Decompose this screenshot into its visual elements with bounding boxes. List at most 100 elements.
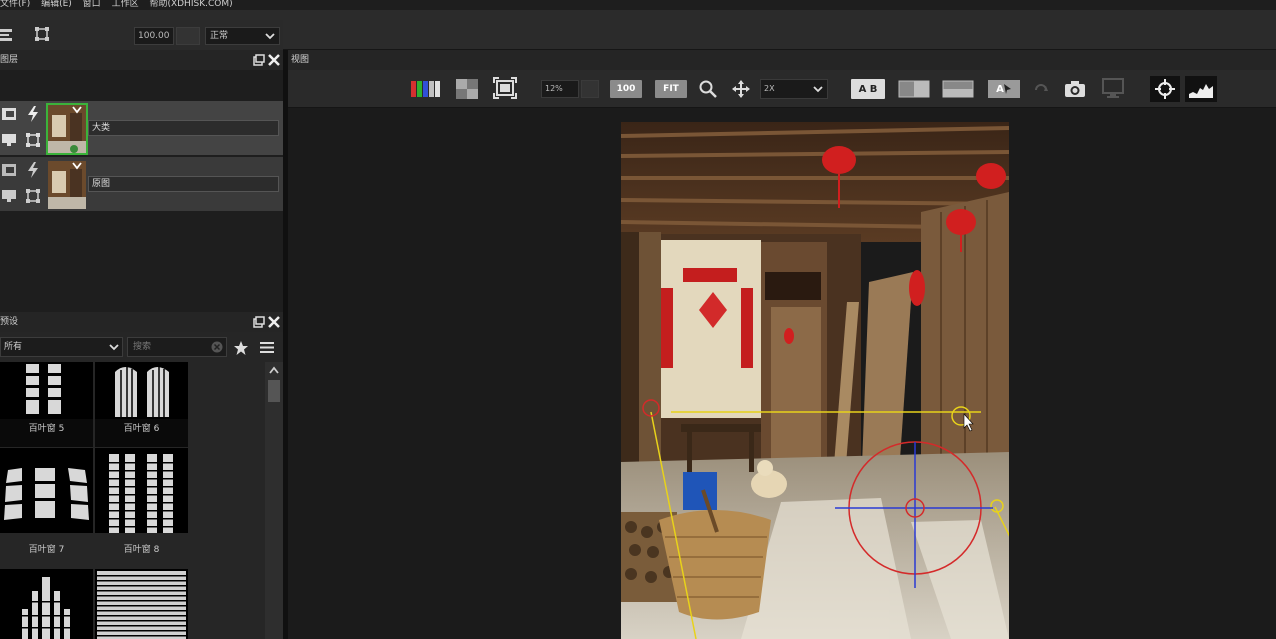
rgb-channels-icon	[411, 81, 440, 97]
zoom-tool-button[interactable]	[698, 79, 718, 99]
opacity-input[interactable]: 100.00	[134, 27, 174, 45]
presets-scrollbar[interactable]	[265, 362, 283, 639]
histogram-icon	[1189, 84, 1213, 98]
cursor-icon	[1003, 84, 1011, 94]
layer-visibility-button[interactable]	[0, 187, 18, 205]
photo-preview[interactable]	[621, 122, 1009, 639]
chevron-down-icon[interactable]	[72, 106, 82, 114]
checker-button[interactable]	[455, 79, 479, 99]
snapshot-button[interactable]	[1063, 79, 1087, 99]
menu-help[interactable]: 帮助(XDHISK.COM)	[149, 0, 232, 9]
display-button[interactable]	[1100, 78, 1126, 98]
layer-mask-button[interactable]	[0, 161, 18, 179]
layer-frame-button[interactable]	[24, 131, 42, 149]
layer-mask-button[interactable]	[0, 105, 18, 123]
menubar: 文件(F) 编辑(E) 窗口 工作区 帮助(XDHISK.COM)	[0, 0, 1276, 10]
monitor-icon	[1102, 78, 1124, 98]
fit-frame-button[interactable]	[492, 77, 518, 99]
clear-icon[interactable]	[211, 341, 223, 353]
view-panel-header: 视图	[288, 50, 1276, 70]
zoom-stepper[interactable]	[581, 80, 599, 98]
channels-button[interactable]	[411, 79, 441, 99]
preset-search-placeholder: 搜索	[133, 342, 152, 352]
preset-thumbnail[interactable]	[95, 448, 188, 533]
crosshair-icon	[1155, 79, 1175, 99]
layer-row[interactable]: 原图	[0, 157, 283, 211]
layer-effect-button[interactable]	[24, 161, 42, 179]
star-icon[interactable]	[233, 340, 249, 356]
swap-icon	[1035, 84, 1048, 91]
preset-thumbnail[interactable]	[95, 362, 188, 447]
lightning-icon	[28, 106, 38, 122]
close-icon[interactable]	[268, 54, 280, 66]
zoom-level-select[interactable]: 2X	[760, 79, 828, 99]
split-vertical-icon	[898, 80, 930, 98]
frame-icon	[493, 77, 517, 99]
scroll-up-icon[interactable]	[269, 366, 279, 374]
preset-label: 百叶窗 8	[123, 545, 160, 555]
lightning-icon	[28, 162, 38, 178]
before-after-button[interactable]: A	[988, 80, 1020, 98]
preset-label: 百叶窗 7	[28, 545, 65, 555]
ab-compare-button[interactable]: A B	[851, 79, 885, 99]
swap-button[interactable]	[1032, 80, 1050, 100]
move-icon	[732, 80, 750, 98]
zoom-100-button[interactable]: 100	[610, 80, 642, 98]
preset-thumbnail[interactable]	[0, 362, 93, 447]
opacity-stepper[interactable]	[176, 27, 200, 45]
chevron-down-icon	[265, 33, 275, 40]
ab-label: A B	[858, 83, 878, 95]
monitor-icon	[2, 190, 16, 202]
scrollbar-thumb[interactable]	[268, 380, 280, 402]
chevron-down-icon	[813, 86, 823, 93]
photo-image	[621, 122, 1009, 639]
split-horizontal-button[interactable]	[942, 80, 974, 98]
layer-list-icon[interactable]	[0, 28, 14, 42]
layer-name-field[interactable]: 原图	[88, 176, 279, 192]
preset-filter-select[interactable]: 所有	[0, 337, 123, 357]
menu-file[interactable]: 文件(F)	[0, 0, 30, 9]
presets-panel-header: 预设	[0, 312, 283, 332]
float-window-icon[interactable]	[253, 316, 265, 328]
chevron-down-icon	[109, 344, 119, 351]
preset-label: 百叶窗 5	[28, 424, 65, 434]
split-horizontal-icon	[942, 80, 974, 98]
layer-row[interactable]: 大类	[0, 101, 283, 155]
guides-button[interactable]	[1150, 76, 1180, 102]
view-panel-title: 视图	[291, 55, 310, 65]
preset-label: 百叶窗 6	[123, 424, 160, 434]
preset-thumbnail[interactable]	[95, 569, 188, 639]
layer-name-field[interactable]: 大类	[88, 120, 279, 136]
frame-icon	[26, 133, 40, 147]
menu-icon[interactable]	[260, 341, 274, 354]
chevron-down-icon[interactable]	[72, 162, 82, 170]
pan-tool-button[interactable]	[731, 79, 751, 99]
histogram-button[interactable]	[1185, 76, 1217, 102]
layer-frame-button[interactable]	[24, 187, 42, 205]
split-vertical-button[interactable]	[898, 80, 930, 98]
mask-icon	[2, 108, 16, 120]
zoom-percent-input[interactable]: 12%	[541, 80, 579, 98]
magnifier-icon	[699, 80, 717, 98]
float-window-icon[interactable]	[253, 54, 265, 66]
layers-panel-header: 图层	[0, 50, 283, 70]
blend-mode-select[interactable]: 正常	[205, 27, 280, 45]
layers-panel-title: 图层	[0, 55, 19, 65]
preset-thumbnail[interactable]	[0, 448, 93, 533]
mask-icon	[2, 164, 16, 176]
monitor-icon	[2, 134, 16, 146]
a-label: A	[996, 83, 1004, 95]
close-icon[interactable]	[268, 316, 280, 328]
menu-edit[interactable]: 编辑(E)	[41, 0, 72, 9]
layer-effect-button[interactable]	[24, 105, 42, 123]
menu-window[interactable]: 窗口	[83, 0, 101, 9]
checkerboard-icon	[456, 79, 478, 99]
preset-thumbnail[interactable]	[0, 569, 93, 639]
zoom-fit-button[interactable]: FIT	[655, 80, 687, 98]
preset-search-input[interactable]: 搜索	[127, 337, 227, 357]
frame-icon	[26, 189, 40, 203]
menu-workspace[interactable]: 工作区	[112, 0, 139, 9]
layer-visibility-button[interactable]	[0, 131, 18, 149]
layer-frame-icon[interactable]	[35, 27, 49, 41]
presets-panel-title: 预设	[0, 317, 19, 327]
